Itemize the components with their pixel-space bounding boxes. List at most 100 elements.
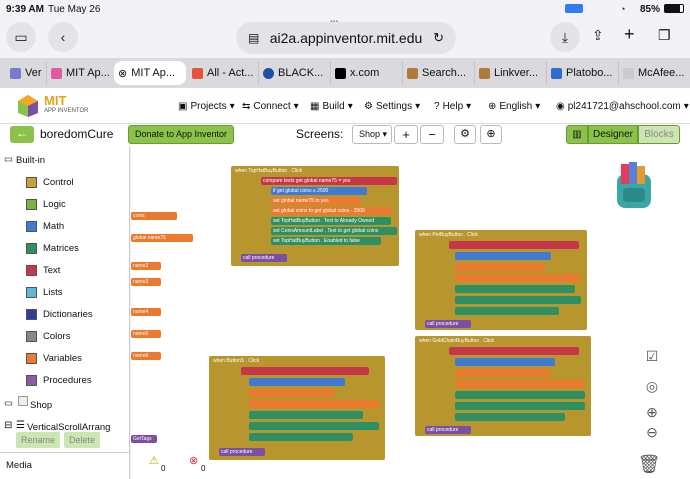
back-arrow-button[interactable]: ←: [10, 126, 34, 143]
designer-button[interactable]: Designer: [588, 125, 638, 144]
compare-block[interactable]: [449, 241, 579, 249]
screen-select[interactable]: Shop ▾: [352, 125, 392, 144]
tab-9[interactable]: McAfee...: [618, 61, 690, 85]
menu-build[interactable]: ▦ Build ▾: [310, 101, 353, 112]
drawer-matrices[interactable]: Matrices: [26, 243, 79, 254]
set-variable-block[interactable]: [455, 263, 545, 271]
add-screen-button[interactable]: +: [394, 125, 418, 144]
drawer-colors[interactable]: Colors: [26, 331, 70, 342]
rename-button[interactable]: Rename: [16, 432, 60, 448]
event-block-tophat[interactable]: when TopHatBuyButton . Click compare tex…: [231, 166, 399, 266]
edge-block[interactable]: coins: [131, 212, 177, 220]
collapse-icon[interactable]: ▭: [4, 154, 13, 165]
set-property-block[interactable]: [249, 411, 363, 419]
set-property-block[interactable]: set TopHatBuyButton . Enabled to false: [271, 237, 381, 245]
call-procedure-block[interactable]: call procedure: [241, 254, 287, 262]
media-header[interactable]: Media: [6, 460, 32, 471]
set-property-block[interactable]: [455, 307, 559, 315]
drawer-math[interactable]: Math: [26, 221, 64, 232]
event-block-goldchain[interactable]: when GoldChainBuyButton . Click call pro…: [415, 336, 591, 436]
menu-projects[interactable]: ▣ Projects ▾: [178, 101, 235, 112]
globe-icon[interactable]: ⊕: [480, 125, 502, 144]
math-compare-block[interactable]: [455, 252, 551, 260]
set-property-block[interactable]: [455, 402, 585, 410]
edge-block[interactable]: global name75: [131, 234, 193, 242]
menu-help[interactable]: ? Help ▾: [434, 101, 471, 112]
tab-4[interactable]: BLACK...: [258, 61, 330, 85]
compare-block[interactable]: [241, 367, 369, 375]
blocks-button[interactable]: Blocks: [638, 125, 680, 144]
drawer-lists[interactable]: Lists: [26, 287, 63, 298]
compare-block[interactable]: [449, 347, 579, 355]
set-variable-block[interactable]: set global coins to get global coins - 2…: [271, 207, 391, 215]
set-variable-block[interactable]: [249, 400, 379, 408]
set-variable-block[interactable]: [455, 380, 585, 388]
set-property-block[interactable]: set TopHatBuyButton . Text to Already Ow…: [271, 217, 391, 225]
tab-0[interactable]: Ver: [6, 61, 46, 85]
collapse-icon[interactable]: ⊟: [4, 420, 12, 431]
edge-block[interactable]: name3: [131, 278, 161, 286]
edge-block[interactable]: name6: [131, 352, 161, 360]
menu-language[interactable]: ⊕ English ▾: [488, 101, 540, 112]
tab-6[interactable]: Search...: [402, 61, 474, 85]
backpack-icon[interactable]: [611, 160, 657, 212]
download-icon[interactable]: ⤓: [550, 22, 580, 52]
set-property-block[interactable]: [455, 296, 581, 304]
menu-account[interactable]: ◉ pl241721@ahschool.com ▾: [556, 101, 689, 112]
share-icon[interactable]: ⇪: [592, 27, 604, 44]
set-variable-block[interactable]: [455, 274, 581, 282]
math-compare-block[interactable]: [455, 358, 555, 366]
drawer-variables[interactable]: Variables: [26, 353, 82, 364]
drawer-logic[interactable]: Logic: [26, 199, 66, 210]
recenter-icon[interactable]: ◎: [642, 376, 662, 396]
error-icon[interactable]: ⊗: [189, 454, 198, 467]
drawer-text[interactable]: Text: [26, 265, 60, 276]
menu-settings[interactable]: ⚙ Settings ▾: [364, 101, 420, 112]
math-compare-block[interactable]: [249, 378, 345, 386]
back-icon[interactable]: ‹: [48, 22, 78, 52]
edge-block[interactable]: name4: [131, 308, 161, 316]
set-property-block[interactable]: [249, 433, 353, 441]
delete-button[interactable]: Delete: [64, 432, 100, 448]
set-variable-block[interactable]: [455, 369, 551, 377]
tab-1[interactable]: MIT Ap...: [46, 61, 112, 85]
collapse-icon[interactable]: ▭: [4, 398, 13, 409]
palette-toggle-icon[interactable]: ▥: [566, 125, 588, 144]
tab-5[interactable]: x.com: [330, 61, 402, 85]
shop-tree-item[interactable]: Shop: [30, 400, 52, 411]
tab-2-active[interactable]: ⊗ MIT Ap...: [114, 61, 186, 85]
set-property-block[interactable]: [455, 285, 575, 293]
drawer-control[interactable]: Control: [26, 177, 74, 188]
event-block-pet[interactable]: when PetBuyButton . Click call procedure: [415, 230, 587, 330]
tab-3[interactable]: All - Act...: [188, 61, 258, 85]
donate-button[interactable]: Donate to App Inventor: [128, 125, 234, 144]
close-tab-icon[interactable]: ⊗: [118, 67, 127, 80]
call-procedure-block[interactable]: call procedure: [425, 426, 471, 434]
drawer-procedures[interactable]: Procedures: [26, 375, 92, 386]
set-variable-block[interactable]: [249, 389, 335, 397]
tab-7[interactable]: Linkver...: [474, 61, 546, 85]
sidebar-icon[interactable]: ▭: [6, 22, 36, 52]
set-property-block[interactable]: [249, 422, 379, 430]
notes-icon[interactable]: ☑: [642, 346, 662, 366]
math-compare-block[interactable]: if get global coins ≥ 2500: [271, 187, 367, 195]
builtin-header[interactable]: Built-in: [16, 155, 45, 166]
set-property-block[interactable]: [455, 413, 565, 421]
reload-icon[interactable]: ↻: [433, 30, 444, 46]
edge-block[interactable]: name5: [131, 330, 161, 338]
edge-block[interactable]: GetTags: [131, 435, 157, 443]
warning-icon[interactable]: ⚠: [149, 454, 159, 467]
drawer-dictionaries[interactable]: Dictionaries: [26, 309, 93, 320]
remove-screen-button[interactable]: −: [420, 125, 444, 144]
page-settings-icon[interactable]: ▤: [248, 31, 259, 45]
menu-connect[interactable]: ⇆ Connect ▾: [242, 101, 299, 112]
tabs-overview-icon[interactable]: ❐: [658, 27, 671, 44]
zoom-out-icon[interactable]: ⊖: [642, 422, 662, 442]
call-procedure-block[interactable]: call procedure: [425, 320, 471, 328]
zoom-in-icon[interactable]: ⊕: [642, 402, 662, 422]
new-tab-icon[interactable]: +: [624, 24, 635, 45]
project-properties-icon[interactable]: ⚙: [454, 125, 476, 144]
edge-block[interactable]: name2: [131, 262, 161, 270]
set-variable-block[interactable]: set global name75 to yes: [271, 197, 361, 205]
address-bar[interactable]: ▤ ai2a.appinventor.mit.edu ↻: [236, 22, 456, 54]
